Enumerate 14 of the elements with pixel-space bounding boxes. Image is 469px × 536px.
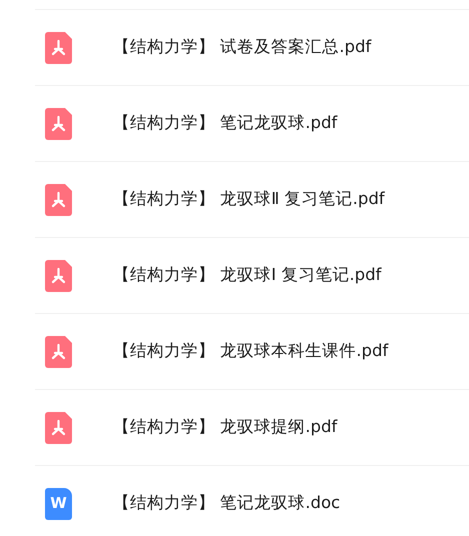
- pdf-file-icon: [45, 260, 72, 292]
- file-name[interactable]: 【结构力学】 试卷及答案汇总.pdf: [113, 35, 372, 60]
- file-name[interactable]: 【结构力学】 龙驭球本科生课件.pdf: [113, 339, 388, 364]
- file-name[interactable]: 【结构力学】 龙驭球Ⅱ 复习笔记.pdf: [113, 187, 385, 212]
- pdf-file-icon: [45, 108, 72, 140]
- pdf-file-icon: [45, 336, 72, 368]
- pdf-file-icon: [45, 184, 72, 216]
- file-name[interactable]: 【结构力学】 龙驭球Ⅰ 复习笔记.pdf: [113, 263, 382, 288]
- pdf-file-icon: [45, 412, 72, 444]
- file-name[interactable]: 【结构力学】 笔记龙驭球.pdf: [113, 111, 338, 136]
- file-name[interactable]: 【结构力学】 笔记龙驭球.doc: [113, 491, 340, 516]
- pdf-file-icon: [45, 32, 72, 64]
- file-name[interactable]: 【结构力学】 龙驭球提纲.pdf: [113, 415, 338, 440]
- word-file-icon: W: [45, 488, 72, 520]
